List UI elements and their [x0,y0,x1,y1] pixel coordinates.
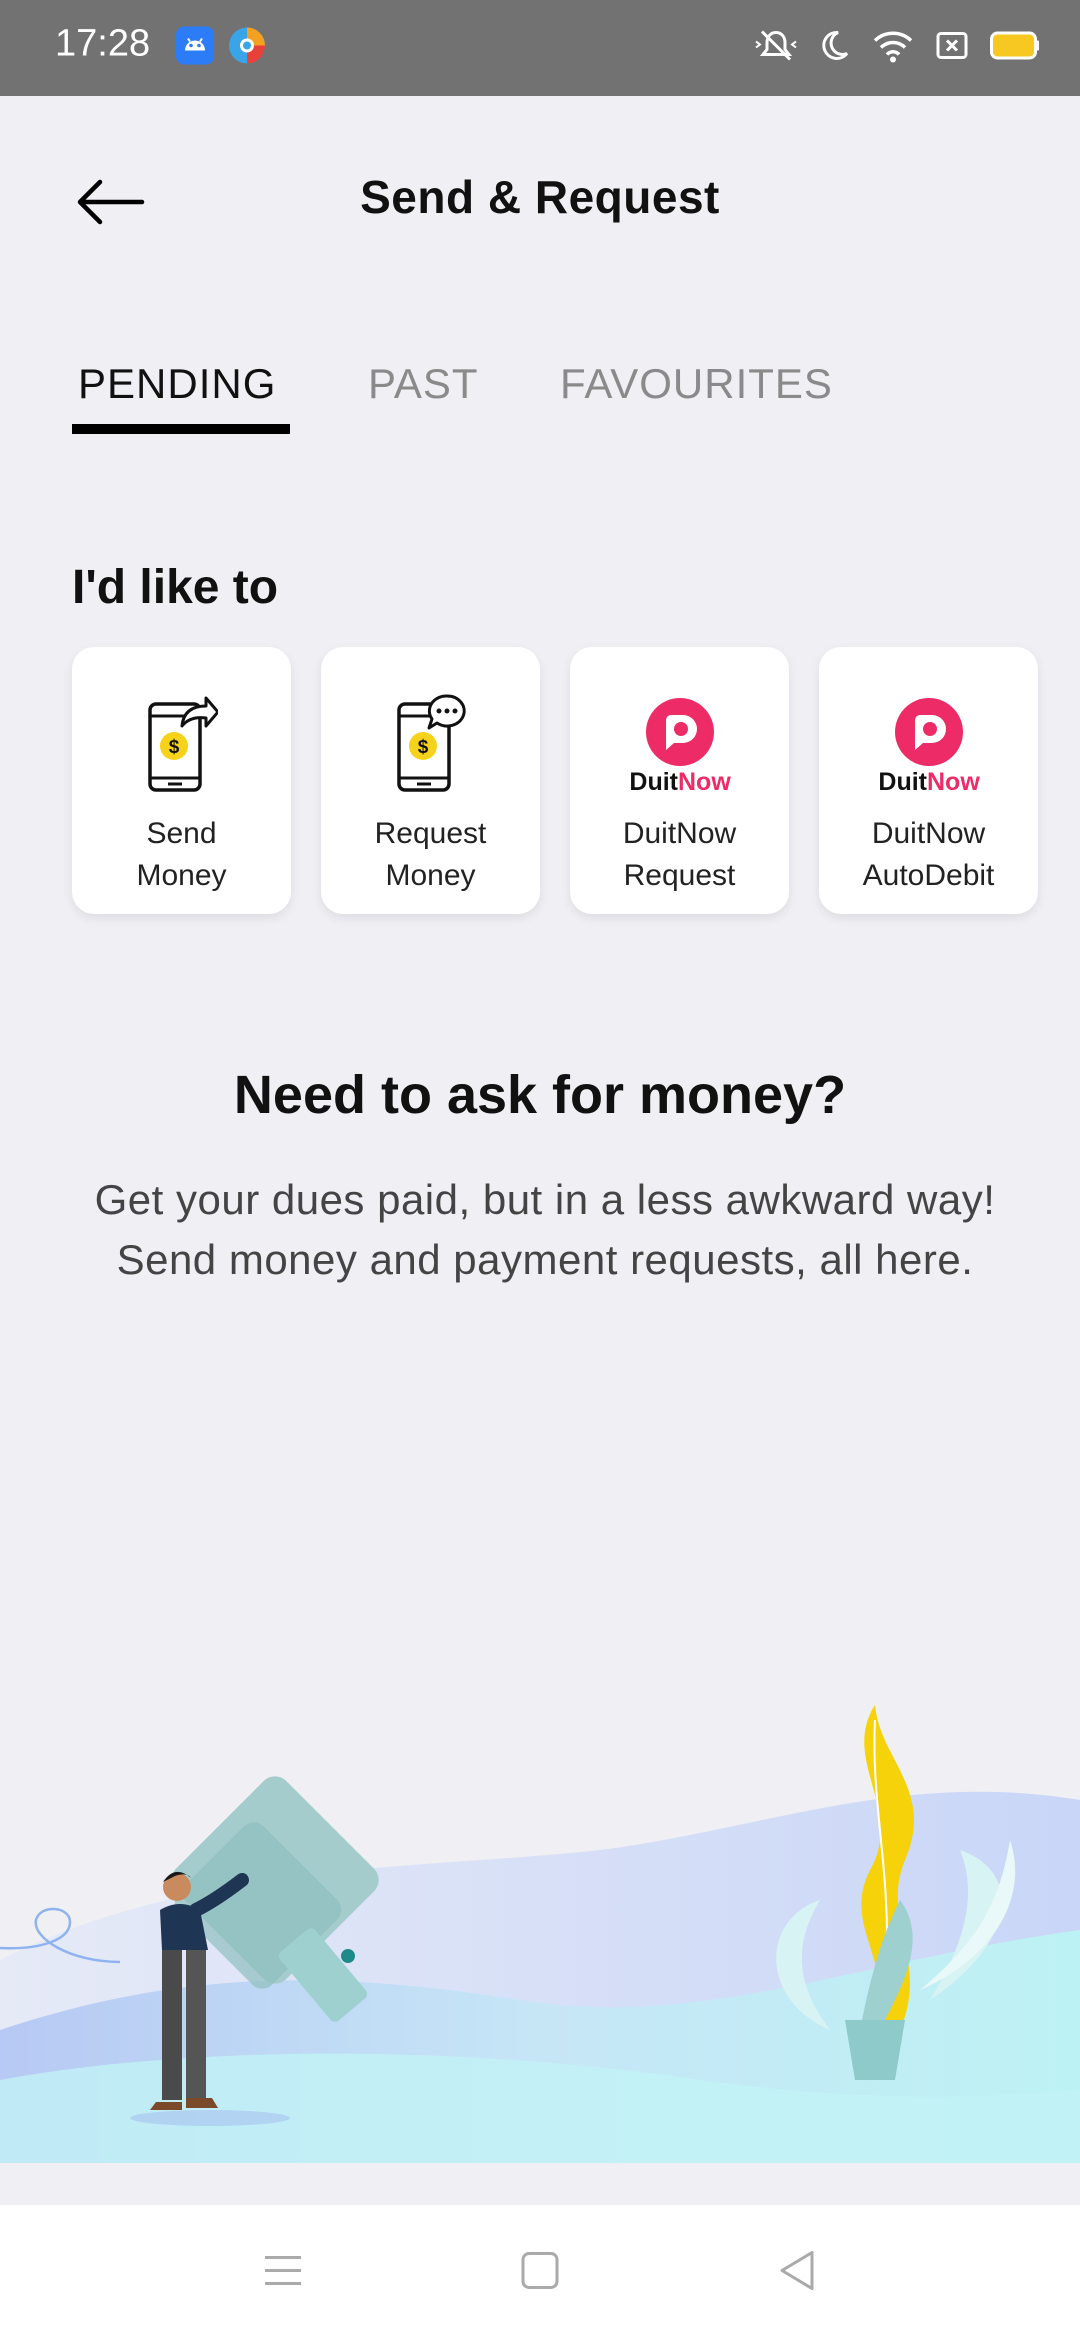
page-title: Send & Request [360,171,720,223]
phone-send-money-icon: $ [146,691,218,797]
send-money-label: Send Money [136,817,227,892]
status-bar: 17:28 [0,0,1080,96]
back-triangle-icon[interactable] [778,2249,816,2296]
svg-text:$: $ [168,737,179,758]
duitnow-logo-icon: Duit Now [625,691,735,797]
tab-past[interactable]: PAST [368,360,479,408]
status-time: 17:28 [55,22,151,65]
send-money-card[interactable]: $ Send Money [72,647,291,914]
tab-active-indicator [72,424,290,434]
mute-icon [754,28,798,69]
request-money-card[interactable]: $ Request Money [321,647,540,914]
battery-icon [990,31,1040,65]
duitnow-word1: Duit [629,768,678,794]
promo-body: Get your dues paid, but in a less awkwar… [80,1170,1010,1290]
duitnow-autodebit-card[interactable]: Duit Now DuitNow AutoDebit [819,647,1038,914]
home-square-icon[interactable] [521,2251,559,2294]
wifi-icon [872,29,914,68]
navigation-bar [0,2205,1080,2340]
promo-line-2: Send money and payment requests, all her… [116,1236,974,1283]
tab-pending[interactable]: PENDING [78,360,276,408]
svg-text:$: $ [417,737,428,758]
android-app-icon [176,26,214,70]
browser-app-icon [228,27,266,70]
request-money-label: Request Money [374,817,487,892]
duitnow-logo-icon: Duit Now [874,691,984,797]
duitnow-request-card[interactable]: Duit Now DuitNow Request [570,647,789,914]
duitnow-word1: Duit [878,768,927,794]
status-icons [754,28,1040,69]
menu-icon[interactable] [263,2253,303,2292]
duitnow-autodebit-label: DuitNow AutoDebit [862,817,995,892]
duitnow-request-label: DuitNow Request [622,817,737,892]
sim-icon [936,32,968,65]
promo-title: Need to ask for money? [233,1065,847,1125]
duitnow-word2: Now [678,768,731,794]
promo-line-1: Get your dues paid, but in a less awkwar… [94,1176,996,1223]
tab-favourites[interactable]: FAVOURITES [560,360,833,408]
do-not-disturb-icon [820,30,850,67]
section-title: I'd like to [72,561,279,614]
illustration [0,1700,1080,2163]
phone-request-money-icon: $ [395,691,467,797]
duitnow-word2: Now [927,768,980,794]
